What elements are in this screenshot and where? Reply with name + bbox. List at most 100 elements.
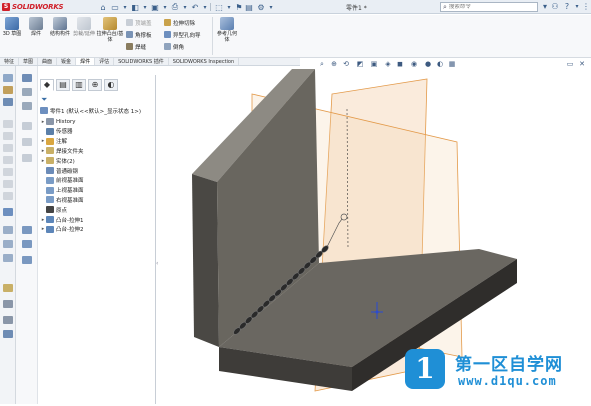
tab-inspection[interactable]: SOLIDWORKS Inspection <box>169 58 240 65</box>
file-properties-icon[interactable]: ▤ <box>244 2 254 12</box>
options-dropdown-icon[interactable]: ▾ <box>266 2 276 12</box>
tree-root[interactable]: 零件1 (默认<<默认>_显示状态 1>) <box>40 106 141 115</box>
sketch-icon[interactable] <box>3 86 13 94</box>
select-icon[interactable]: ⬚ <box>214 2 224 12</box>
tab-evaluate[interactable]: 评估 <box>95 58 115 65</box>
pin-icon[interactable]: ⋮ <box>581 2 591 12</box>
offset-icon[interactable] <box>3 226 13 234</box>
rapid-sketch-icon[interactable] <box>3 330 13 338</box>
view-orientation-icon[interactable]: ◈ <box>384 60 392 68</box>
rectangle-icon[interactable] <box>3 120 13 128</box>
tab-sketch[interactable]: 草图 <box>19 58 39 65</box>
view-settings-icon[interactable]: ▦ <box>448 60 456 68</box>
new-document-icon[interactable]: ▭ <box>110 2 120 12</box>
mirror-icon[interactable] <box>3 208 13 216</box>
sketch-3d-button[interactable]: 3D 草图 <box>0 17 24 49</box>
edit-appearance-icon[interactable]: ● <box>424 60 432 68</box>
tree-item[interactable]: 原点 <box>40 205 67 214</box>
user-icon[interactable]: ⚇ <box>550 2 560 12</box>
trim-extend-button[interactable]: 剪裁/延伸 <box>72 17 96 49</box>
options-icon[interactable]: ⚙ <box>256 2 266 12</box>
search-input[interactable] <box>448 4 519 10</box>
feature-tree-tab-icon[interactable]: ◆ <box>40 79 54 91</box>
zoom-to-fit-icon[interactable]: ⌕ <box>318 60 326 68</box>
display-style-icon[interactable]: ◼ <box>396 60 404 68</box>
section-view-icon[interactable]: ◩ <box>356 60 364 68</box>
viewport-close-icon[interactable]: ✕ <box>578 60 586 68</box>
tree-item[interactable]: 前视基准面 <box>40 176 84 185</box>
drawing-icon[interactable] <box>22 102 32 110</box>
tab-weldments[interactable]: 焊件 <box>76 58 96 65</box>
hole-wizard-button[interactable]: 异型孔向导 <box>164 30 201 39</box>
tree-item[interactable]: ▸ 注解 <box>40 137 67 146</box>
new-dropdown-icon[interactable]: ▾ <box>120 2 130 12</box>
relations-icon[interactable] <box>3 284 13 292</box>
home-icon[interactable]: ⌂ <box>98 2 108 12</box>
apply-scene-icon[interactable]: ◐ <box>436 60 444 68</box>
structural-member-button[interactable]: 结构构件 <box>48 17 72 49</box>
undo-dropdown-icon[interactable]: ▾ <box>200 2 210 12</box>
circle-icon[interactable] <box>3 132 13 140</box>
gusset-button[interactable]: 角撑板 <box>126 30 152 39</box>
part-icon[interactable] <box>22 74 32 82</box>
arc-icon[interactable] <box>3 144 13 152</box>
print-icon[interactable]: ⎙ <box>170 2 180 12</box>
hide-show-items-icon[interactable]: ◉ <box>410 60 418 68</box>
tab-addins[interactable]: SOLIDWORKS 插件 <box>114 58 169 65</box>
weld-bead-button[interactable]: 焊缝 <box>126 42 146 51</box>
spline-icon[interactable] <box>3 156 13 164</box>
previous-view-icon[interactable]: ⟲ <box>342 60 350 68</box>
tree-item[interactable]: 普通碳钢 <box>40 166 78 175</box>
weldment-button[interactable]: 焊件 <box>24 17 48 49</box>
configuration-manager-tab-icon[interactable]: ▥ <box>72 79 86 91</box>
tree-item[interactable]: 右视基准面 <box>40 195 84 204</box>
layer-icon[interactable] <box>22 122 32 130</box>
quick-snaps-icon[interactable] <box>3 316 13 324</box>
fillet-sketch-icon[interactable] <box>3 192 13 200</box>
panel-collapse-handle-icon[interactable]: ‹ <box>156 260 160 290</box>
rebuild-icon[interactable]: ⚑ <box>234 2 244 12</box>
extruded-boss-button[interactable]: 拉伸凸台/基体 <box>96 17 124 49</box>
tree-item[interactable]: ▸ 焊接文件夹 <box>40 146 84 155</box>
file-explorer-icon[interactable] <box>22 240 32 248</box>
tree-item[interactable]: ▸ 实体(2) <box>40 156 75 165</box>
tree-item[interactable]: 传感器 <box>40 127 73 136</box>
tree-item[interactable]: 上视基准面 <box>40 186 84 195</box>
open-icon[interactable]: ◧ <box>130 2 140 12</box>
search-box[interactable]: ⌕ <box>440 2 538 12</box>
tab-features[interactable]: 特征 <box>0 58 20 65</box>
repair-sketch-icon[interactable] <box>3 300 13 308</box>
assembly-icon[interactable] <box>22 88 32 96</box>
tree-item[interactable]: ▸ 凸台-拉伸2 <box>40 225 83 234</box>
custom-properties-icon[interactable] <box>22 256 32 264</box>
tab-surfaces[interactable]: 曲面 <box>38 58 58 65</box>
extruded-cut-button[interactable]: 拉伸切除 <box>164 18 195 27</box>
property-manager-tab-icon[interactable]: ▤ <box>56 79 70 91</box>
appearance-icon[interactable] <box>22 154 32 162</box>
tree-item[interactable]: ▸ 凸台-拉伸1 <box>40 215 83 224</box>
polygon-icon[interactable] <box>3 180 13 188</box>
save-icon[interactable]: ▣ <box>150 2 160 12</box>
slot-icon[interactable] <box>3 168 13 176</box>
save-dropdown-icon[interactable]: ▾ <box>160 2 170 12</box>
print-dropdown-icon[interactable]: ▾ <box>180 2 190 12</box>
open-dropdown-icon[interactable]: ▾ <box>140 2 150 12</box>
pattern-icon[interactable] <box>3 254 13 262</box>
dimxpert-tab-icon[interactable]: ⊕ <box>88 79 102 91</box>
design-library-icon[interactable] <box>22 226 32 234</box>
filter-icon[interactable]: ⏷ <box>41 95 47 105</box>
search-options-icon[interactable]: ▾ <box>540 2 550 12</box>
display-manager-tab-icon[interactable]: ◐ <box>104 79 118 91</box>
select-dropdown-icon[interactable]: ▾ <box>224 2 234 12</box>
smart-dimension-icon[interactable] <box>3 74 13 82</box>
dynamic-annotation-icon[interactable]: ▣ <box>370 60 378 68</box>
view-palette-icon[interactable] <box>22 138 32 146</box>
convert-icon[interactable] <box>3 240 13 248</box>
undo-icon[interactable]: ↶ <box>190 2 200 12</box>
viewport-restore-icon[interactable]: ▭ <box>566 60 574 68</box>
help-icon[interactable]: ? <box>562 2 572 12</box>
end-cap-button[interactable]: 顶端盖 <box>126 18 152 27</box>
tree-item[interactable]: ▸ History <box>40 117 76 126</box>
zoom-area-icon[interactable]: ⊕ <box>330 60 338 68</box>
reference-geometry-button[interactable]: 参考几何体 <box>216 17 238 49</box>
